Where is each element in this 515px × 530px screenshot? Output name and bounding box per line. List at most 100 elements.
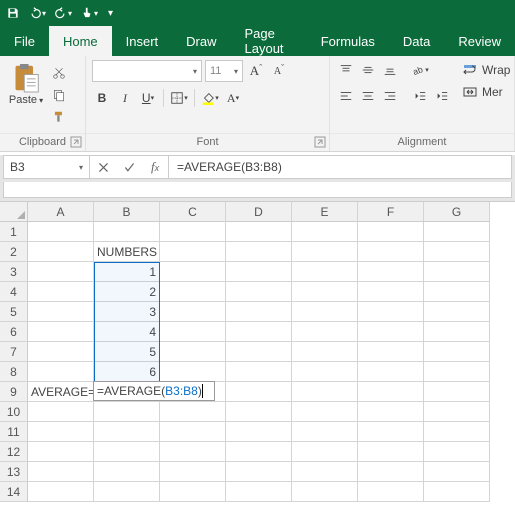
- touch-mode-button[interactable]: ▾: [80, 6, 98, 20]
- cell[interactable]: [292, 422, 358, 442]
- cell[interactable]: [160, 402, 226, 422]
- cell[interactable]: [424, 282, 490, 302]
- colhead-B[interactable]: B: [94, 202, 160, 222]
- align-top-button[interactable]: [336, 60, 356, 80]
- cell[interactable]: [424, 382, 490, 402]
- cell[interactable]: [28, 262, 94, 282]
- cell[interactable]: [292, 482, 358, 502]
- rowhead[interactable]: 7: [0, 342, 28, 362]
- cell[interactable]: [424, 242, 490, 262]
- colhead-G[interactable]: G: [424, 202, 490, 222]
- cell[interactable]: [226, 322, 292, 342]
- insert-function-button[interactable]: fx: [142, 156, 168, 178]
- cell[interactable]: [424, 222, 490, 242]
- rowhead[interactable]: 11: [0, 422, 28, 442]
- tab-review[interactable]: Review: [444, 26, 515, 56]
- cell[interactable]: [160, 342, 226, 362]
- fill-color-button[interactable]: ▾: [200, 88, 220, 108]
- cell[interactable]: [160, 262, 226, 282]
- confirm-edit-button[interactable]: [116, 156, 142, 178]
- cell[interactable]: [28, 282, 94, 302]
- tab-insert[interactable]: Insert: [112, 26, 173, 56]
- cell[interactable]: [226, 402, 292, 422]
- cell[interactable]: [28, 322, 94, 342]
- cell[interactable]: [292, 382, 358, 402]
- cell[interactable]: [160, 482, 226, 502]
- paste-button[interactable]: Paste▾: [6, 60, 46, 106]
- cell[interactable]: [160, 422, 226, 442]
- rowhead[interactable]: 5: [0, 302, 28, 322]
- rowhead[interactable]: 3: [0, 262, 28, 282]
- cell[interactable]: [292, 282, 358, 302]
- cell[interactable]: [226, 382, 292, 402]
- cell[interactable]: [28, 222, 94, 242]
- cell[interactable]: [28, 342, 94, 362]
- cell[interactable]: [424, 442, 490, 462]
- cell[interactable]: [94, 462, 160, 482]
- redo-button[interactable]: ▾: [54, 6, 72, 20]
- tab-home[interactable]: Home: [49, 26, 112, 56]
- align-bottom-button[interactable]: [380, 60, 400, 80]
- cancel-edit-button[interactable]: [90, 156, 116, 178]
- rowhead[interactable]: 9: [0, 382, 28, 402]
- cell[interactable]: [292, 462, 358, 482]
- rowhead[interactable]: 14: [0, 482, 28, 502]
- cell[interactable]: [424, 262, 490, 282]
- cell[interactable]: [94, 422, 160, 442]
- cell[interactable]: [226, 222, 292, 242]
- cell[interactable]: [358, 382, 424, 402]
- cell[interactable]: [28, 482, 94, 502]
- cell[interactable]: [424, 422, 490, 442]
- cell[interactable]: [28, 402, 94, 422]
- cell[interactable]: [160, 302, 226, 322]
- cell[interactable]: [226, 362, 292, 382]
- cell-B3[interactable]: 1: [94, 262, 160, 282]
- cell[interactable]: [226, 482, 292, 502]
- cell[interactable]: [358, 242, 424, 262]
- decrease-font-button[interactable]: Aˇ: [269, 61, 289, 81]
- cell[interactable]: [358, 422, 424, 442]
- cell[interactable]: [160, 282, 226, 302]
- rowhead[interactable]: 4: [0, 282, 28, 302]
- bold-button[interactable]: B: [92, 88, 112, 108]
- dialog-launcher-icon[interactable]: [314, 136, 326, 148]
- cell[interactable]: [424, 462, 490, 482]
- tab-draw[interactable]: Draw: [172, 26, 230, 56]
- colhead-D[interactable]: D: [226, 202, 292, 222]
- cell[interactable]: [424, 302, 490, 322]
- cell[interactable]: [94, 482, 160, 502]
- cell[interactable]: [292, 322, 358, 342]
- colhead-F[interactable]: F: [358, 202, 424, 222]
- cell[interactable]: [292, 302, 358, 322]
- cell[interactable]: [424, 322, 490, 342]
- cell[interactable]: [358, 362, 424, 382]
- font-size-combo[interactable]: 11 ▾: [205, 60, 243, 82]
- orientation-button[interactable]: ab▾: [410, 60, 430, 80]
- cell-B4[interactable]: 2: [94, 282, 160, 302]
- cut-button[interactable]: [50, 64, 68, 82]
- cell[interactable]: [226, 242, 292, 262]
- cell[interactable]: [226, 302, 292, 322]
- cell[interactable]: [358, 482, 424, 502]
- colhead-A[interactable]: A: [28, 202, 94, 222]
- cell[interactable]: [424, 402, 490, 422]
- cell[interactable]: [160, 242, 226, 262]
- cell[interactable]: [226, 462, 292, 482]
- cell-editor[interactable]: =AVERAGE(B3:B8): [93, 381, 215, 401]
- italic-button[interactable]: I: [115, 88, 135, 108]
- cell[interactable]: [28, 462, 94, 482]
- cell-B6[interactable]: 4: [94, 322, 160, 342]
- cell[interactable]: [358, 302, 424, 322]
- align-right-button[interactable]: [380, 86, 400, 106]
- cell-A9[interactable]: AVERAGE=: [28, 382, 94, 402]
- cell[interactable]: [226, 282, 292, 302]
- cell[interactable]: [292, 262, 358, 282]
- cell[interactable]: [358, 442, 424, 462]
- cell[interactable]: [226, 422, 292, 442]
- cell[interactable]: [160, 362, 226, 382]
- format-painter-button[interactable]: [50, 108, 68, 126]
- underline-button[interactable]: U▾: [138, 88, 158, 108]
- font-color-button[interactable]: A ▾: [223, 88, 243, 108]
- colhead-C[interactable]: C: [160, 202, 226, 222]
- cell[interactable]: [226, 342, 292, 362]
